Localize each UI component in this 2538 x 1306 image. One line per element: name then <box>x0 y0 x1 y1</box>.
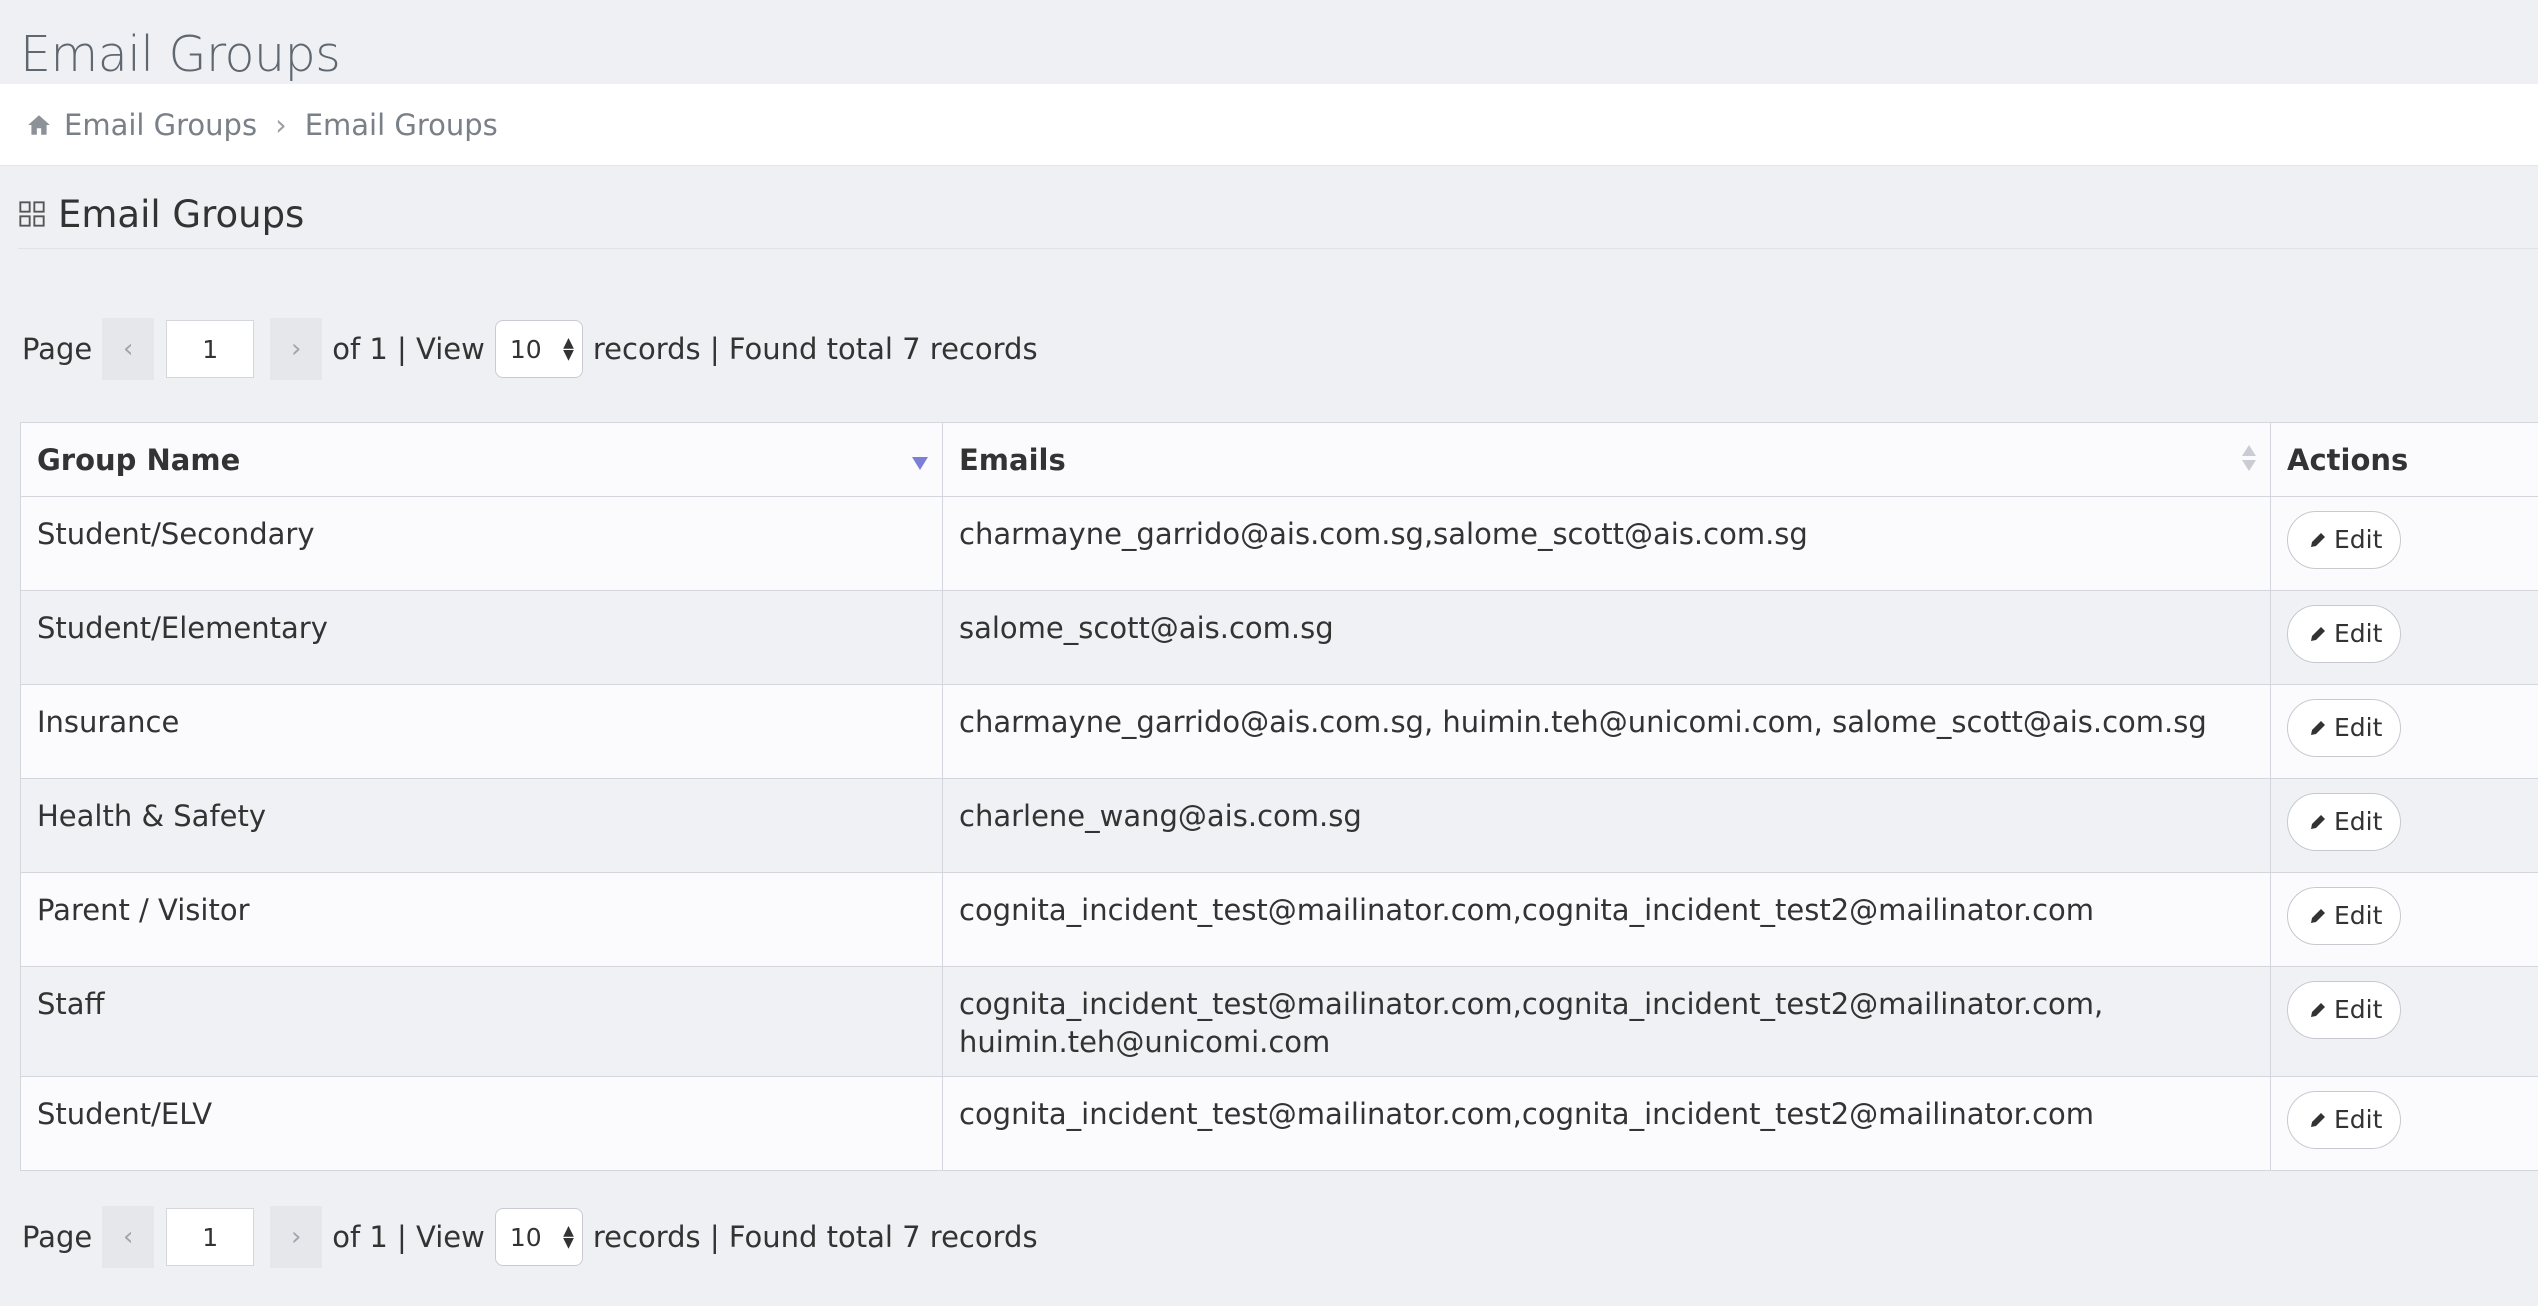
chevron-right-icon: › <box>275 107 287 142</box>
cell-actions: Edit <box>2270 590 2538 685</box>
page-title: Email Groups <box>20 26 341 83</box>
prev-page-button[interactable]: ‹ <box>102 318 155 380</box>
next-page-button[interactable]: › <box>270 1206 323 1268</box>
cell-group-name: Student/Elementary <box>20 590 943 685</box>
cell-emails: cognita_incident_test@mailinator.com,cog… <box>942 1076 2271 1171</box>
cell-actions: Edit <box>2270 1076 2538 1171</box>
email-groups-table: Group Name Emails Actions Student/Second… <box>20 422 2538 1171</box>
column-header-actions: Actions <box>2270 422 2538 497</box>
cell-actions: Edit <box>2270 872 2538 967</box>
pencil-icon <box>2308 718 2328 738</box>
cell-actions: Edit <box>2270 966 2538 1077</box>
cell-emails: charmayne_garrido@ais.com.sg,salome_scot… <box>942 496 2271 591</box>
prev-page-button[interactable]: ‹ <box>102 1206 155 1268</box>
cell-group-name: Student/ELV <box>20 1076 943 1171</box>
cell-actions: Edit <box>2270 684 2538 779</box>
edit-button[interactable]: Edit <box>2287 887 2402 945</box>
table-row: Student/Secondary charmayne_garrido@ais.… <box>20 496 2538 591</box>
table-row: Student/ELV cognita_incident_test@mailin… <box>20 1076 2538 1171</box>
pencil-icon <box>2308 530 2328 550</box>
select-arrows-icon: ▲ ▼ <box>563 335 574 363</box>
pager-bottom: Page ‹ › of 1 | View 10 ▲▼ records | Fou… <box>20 1206 1040 1268</box>
pencil-icon <box>2308 906 2328 926</box>
records-per-page-select[interactable]: 10 ▲ ▼ <box>494 320 583 378</box>
table-row: Insurance charmayne_garrido@ais.com.sg, … <box>20 684 2538 779</box>
pager-records-text: records | Found total 7 records <box>592 1220 1038 1254</box>
pencil-icon <box>2308 624 2328 644</box>
cell-emails: cognita_incident_test@mailinator.com,cog… <box>942 872 2271 967</box>
sort-icon <box>2242 445 2256 471</box>
records-per-page-select[interactable]: 10 ▲ ▼ <box>494 1208 583 1266</box>
cell-group-name: Student/Secondary <box>20 496 943 591</box>
next-page-button[interactable]: › <box>270 318 323 380</box>
pencil-icon <box>2308 812 2328 832</box>
edit-button[interactable]: Edit <box>2287 981 2402 1039</box>
cell-emails: salome_scott@ais.com.sg <box>942 590 2271 685</box>
panel-title: Email Groups <box>58 192 305 236</box>
cell-actions: Edit <box>2270 778 2538 873</box>
sort-desc-icon <box>912 457 928 470</box>
column-header-emails[interactable]: Emails <box>942 422 2271 497</box>
cell-emails: cognita_incident_test@mailinator.com,cog… <box>942 966 2271 1077</box>
edit-button[interactable]: Edit <box>2287 511 2402 569</box>
cell-group-name: Parent / Visitor <box>20 872 943 967</box>
select-arrows-icon: ▲ ▼ <box>563 1223 574 1251</box>
home-icon[interactable] <box>26 112 52 138</box>
cell-group-name: Insurance <box>20 684 943 779</box>
pager-of-text: of 1 | View <box>332 1220 485 1254</box>
cell-group-name: Staff <box>20 966 943 1077</box>
cell-group-name: Health & Safety <box>20 778 943 873</box>
breadcrumb-item-root[interactable]: Email Groups <box>64 108 257 142</box>
cell-emails: charmayne_garrido@ais.com.sg, huimin.teh… <box>942 684 2271 779</box>
table-row: Health & Safety charlene_wang@ais.com.sg… <box>20 778 2538 873</box>
pager-page-label: Page <box>22 332 93 366</box>
pager-top: Page ‹ › of 1 | View 10 ▲▼ records | Fou… <box>20 318 1040 380</box>
breadcrumb: Email Groups › Email Groups <box>0 84 2538 166</box>
records-per-page-value: 10 <box>509 334 542 364</box>
table-row: Student/Elementary salome_scott@ais.com.… <box>20 590 2538 685</box>
pencil-icon <box>2308 1110 2328 1130</box>
panel-heading: Email Groups <box>18 180 2538 249</box>
edit-button[interactable]: Edit <box>2287 1091 2402 1149</box>
records-per-page-value: 10 <box>509 1222 542 1252</box>
edit-button[interactable]: Edit <box>2287 605 2402 663</box>
edit-button[interactable]: Edit <box>2287 699 2402 757</box>
pencil-icon <box>2308 1000 2328 1020</box>
column-header-group-name[interactable]: Group Name <box>20 422 943 497</box>
cell-emails: charlene_wang@ais.com.sg <box>942 778 2271 873</box>
edit-button[interactable]: Edit <box>2287 793 2402 851</box>
grid-icon <box>18 200 46 228</box>
page-number-input[interactable] <box>166 320 255 378</box>
table-row: Parent / Visitor cognita_incident_test@m… <box>20 872 2538 967</box>
pager-page-label: Page <box>22 1220 93 1254</box>
pager-records-text: records | Found total 7 records <box>592 332 1038 366</box>
breadcrumb-item-current: Email Groups <box>304 107 498 142</box>
pager-of-text: of 1 | View <box>332 332 485 366</box>
page-number-input[interactable] <box>166 1208 255 1266</box>
table-row: Staff cognita_incident_test@mailinator.c… <box>20 966 2538 1077</box>
cell-actions: Edit <box>2270 496 2538 591</box>
